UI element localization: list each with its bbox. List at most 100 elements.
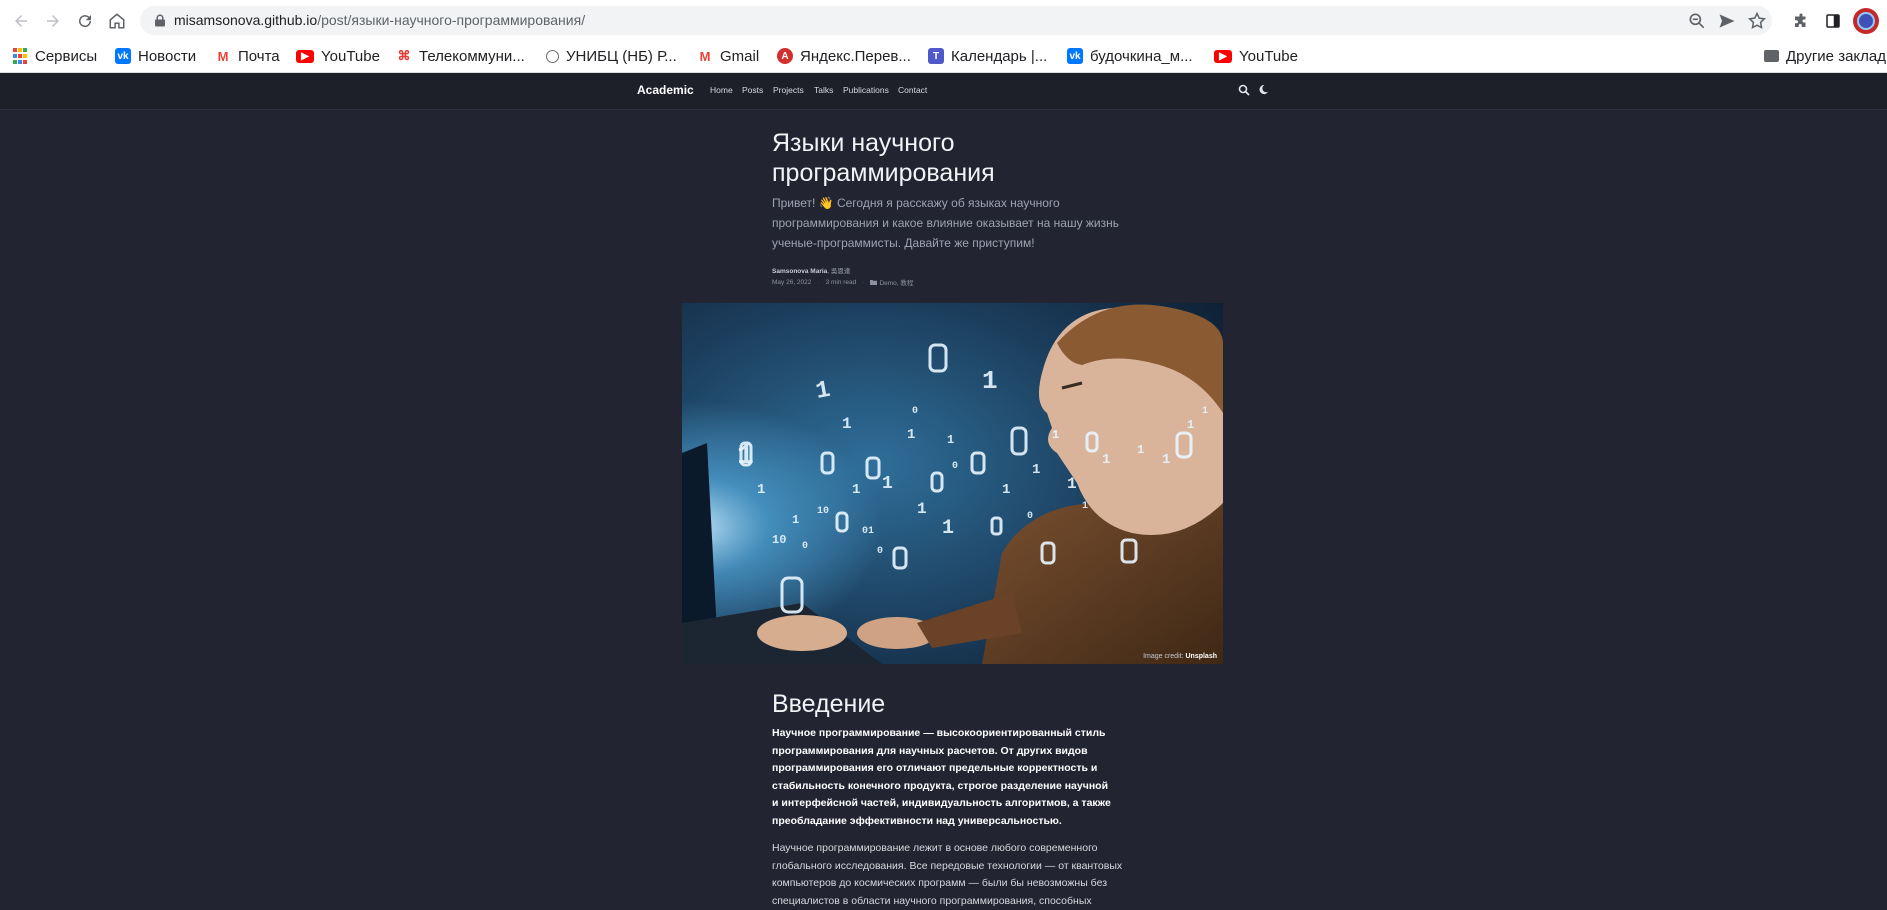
svg-text:0: 0: [1027, 511, 1033, 522]
image-credit-prefix: Image credit:: [1143, 653, 1186, 660]
featured-image-illustration: 1 1 1 10 1 1 1 1 1 1 1 1 1 1 1 1 1 1 1 1…: [682, 303, 1223, 664]
bookmark-services[interactable]: Сервисы: [12, 45, 97, 67]
article-read-time: 3 min read: [825, 278, 857, 286]
puzzle-icon: [1795, 13, 1806, 27]
image-credit-link[interactable]: Unsplash: [1185, 653, 1217, 660]
article-categories[interactable]: Demo, 教程: [870, 277, 913, 287]
teams-icon: T: [928, 48, 944, 64]
svg-text:1: 1: [842, 415, 852, 433]
svg-text:1: 1: [1162, 452, 1170, 468]
folder-icon: [1764, 50, 1779, 62]
bookmark-gmail[interactable]: M Gmail: [697, 45, 760, 67]
send-icon[interactable]: [1717, 11, 1737, 31]
article-date: May 26, 2022: [772, 278, 812, 286]
svg-text:1: 1: [1202, 406, 1208, 417]
svg-text:1: 1: [1002, 482, 1010, 498]
reload-button[interactable]: [74, 10, 96, 32]
bookmark-label: YouTube: [321, 47, 380, 65]
yandex-translate-icon: A: [777, 48, 793, 64]
side-panel-button[interactable]: [1822, 10, 1844, 32]
nav-posts[interactable]: Posts: [742, 85, 763, 95]
url-text[interactable]: misamsonova.github.io/post/языки-научног…: [174, 12, 585, 28]
bookmark-label: Календарь |...: [951, 47, 1048, 65]
vk-icon: vk: [115, 48, 131, 64]
youtube-icon: ▶: [1214, 49, 1232, 63]
section-heading-intro: Введение: [772, 690, 886, 718]
article-title: Языки научного программирования: [772, 129, 995, 187]
address-bar[interactable]: misamsonova.github.io/post/языки-научног…: [140, 6, 1772, 35]
featured-image: 1 1 1 10 1 1 1 1 1 1 1 1 1 1 1 1 1 1 1 1…: [682, 303, 1223, 664]
svg-text:1: 1: [1102, 452, 1110, 468]
bookmark-label: YouTube: [1239, 47, 1298, 65]
side-panel-icon: [1826, 14, 1840, 28]
bookmark-youtube-1[interactable]: ▶ YouTube: [296, 45, 380, 67]
reload-icon: [79, 15, 92, 28]
youtube-icon: ▶: [296, 49, 314, 63]
bookmark-label: Яндекс.Перев...: [800, 47, 911, 65]
svg-text:1: 1: [737, 441, 754, 472]
svg-text:1: 1: [1067, 475, 1077, 493]
lock-icon: [155, 14, 165, 27]
url-path: /post/языки-научного-программирования/: [317, 12, 586, 28]
other-bookmarks[interactable]: Другие заклад: [1764, 45, 1886, 67]
telecom-icon: ⌘: [397, 48, 411, 63]
svg-text:0: 0: [912, 406, 918, 417]
search-icon[interactable]: [1238, 84, 1250, 96]
bookmark-label: УНИБЦ (НБ) Р...: [566, 47, 677, 65]
bookmark-mail[interactable]: M Почта: [215, 45, 280, 67]
svg-text:1: 1: [1032, 462, 1040, 478]
browser-chrome: misamsonova.github.io/post/языки-научног…: [0, 0, 1887, 73]
nav-talks[interactable]: Talks: [814, 85, 833, 95]
svg-text:1: 1: [1137, 443, 1144, 457]
bookmark-label: Сервисы: [35, 47, 98, 65]
svg-text:10: 10: [817, 506, 829, 517]
svg-text:0: 0: [877, 546, 883, 557]
other-bookmarks-label: Другие заклад: [1786, 47, 1886, 65]
svg-text:1: 1: [852, 482, 860, 498]
bookmark-label: Почта: [238, 47, 280, 65]
mail-ru-icon: M: [217, 48, 229, 64]
svg-text:1: 1: [1187, 418, 1194, 432]
bookmark-news[interactable]: vk Новости: [115, 45, 196, 67]
bookmark-calendar[interactable]: T Календарь |...: [928, 45, 1047, 67]
svg-text:0: 0: [802, 541, 808, 552]
gmail-icon: M: [699, 48, 711, 64]
bookmark-budochkina[interactable]: vk будочкина_м...: [1067, 45, 1193, 67]
bookmark-library[interactable]: УНИБЦ (НБ) Р...: [546, 45, 677, 67]
zoom-icon[interactable]: [1687, 11, 1707, 31]
nav-contact[interactable]: Contact: [898, 85, 927, 95]
forward-button[interactable]: [42, 10, 64, 32]
article-authors: Samsonova Maria, 吳恩達: [772, 265, 850, 275]
meta-separator: ·: [862, 278, 865, 286]
svg-text:1: 1: [1082, 501, 1088, 512]
nav-home[interactable]: Home: [710, 85, 733, 95]
svg-text:1: 1: [1052, 428, 1059, 442]
apps-grid-icon: [12, 48, 28, 64]
avatar-image: [1857, 12, 1875, 30]
bookmark-youtube-2[interactable]: ▶ YouTube: [1214, 45, 1298, 67]
nav-projects[interactable]: Projects: [773, 85, 804, 95]
back-arrow-icon: [15, 15, 27, 27]
home-button[interactable]: [106, 10, 128, 32]
site-brand[interactable]: Academic: [637, 83, 694, 97]
svg-text:1: 1: [882, 474, 893, 494]
author-extra: , 吳恩達: [827, 268, 851, 275]
dark-mode-moon-icon[interactable]: [1258, 84, 1269, 95]
library-icon: [546, 49, 559, 63]
bookmark-telecom[interactable]: ⌘ Телекоммуни...: [396, 45, 525, 67]
star-bookmark-icon[interactable]: [1747, 11, 1767, 31]
author-link[interactable]: Samsonova Maria: [772, 268, 827, 275]
svg-text:1: 1: [907, 427, 915, 443]
back-button[interactable]: [10, 10, 32, 32]
profile-avatar[interactable]: [1853, 8, 1879, 34]
bookmark-label: Телекоммуни...: [419, 47, 525, 65]
extensions-button[interactable]: [1790, 10, 1812, 32]
meta-separator: ·: [817, 278, 820, 286]
nav-publications[interactable]: Publications: [843, 85, 889, 95]
svg-text:1: 1: [757, 482, 765, 498]
vk-icon: vk: [1067, 48, 1083, 64]
svg-text:1: 1: [917, 500, 927, 518]
url-host: misamsonova.github.io: [174, 12, 318, 28]
bookmark-yandex-translate[interactable]: A Яндекс.Перев...: [777, 45, 911, 67]
svg-text:1: 1: [982, 366, 998, 396]
